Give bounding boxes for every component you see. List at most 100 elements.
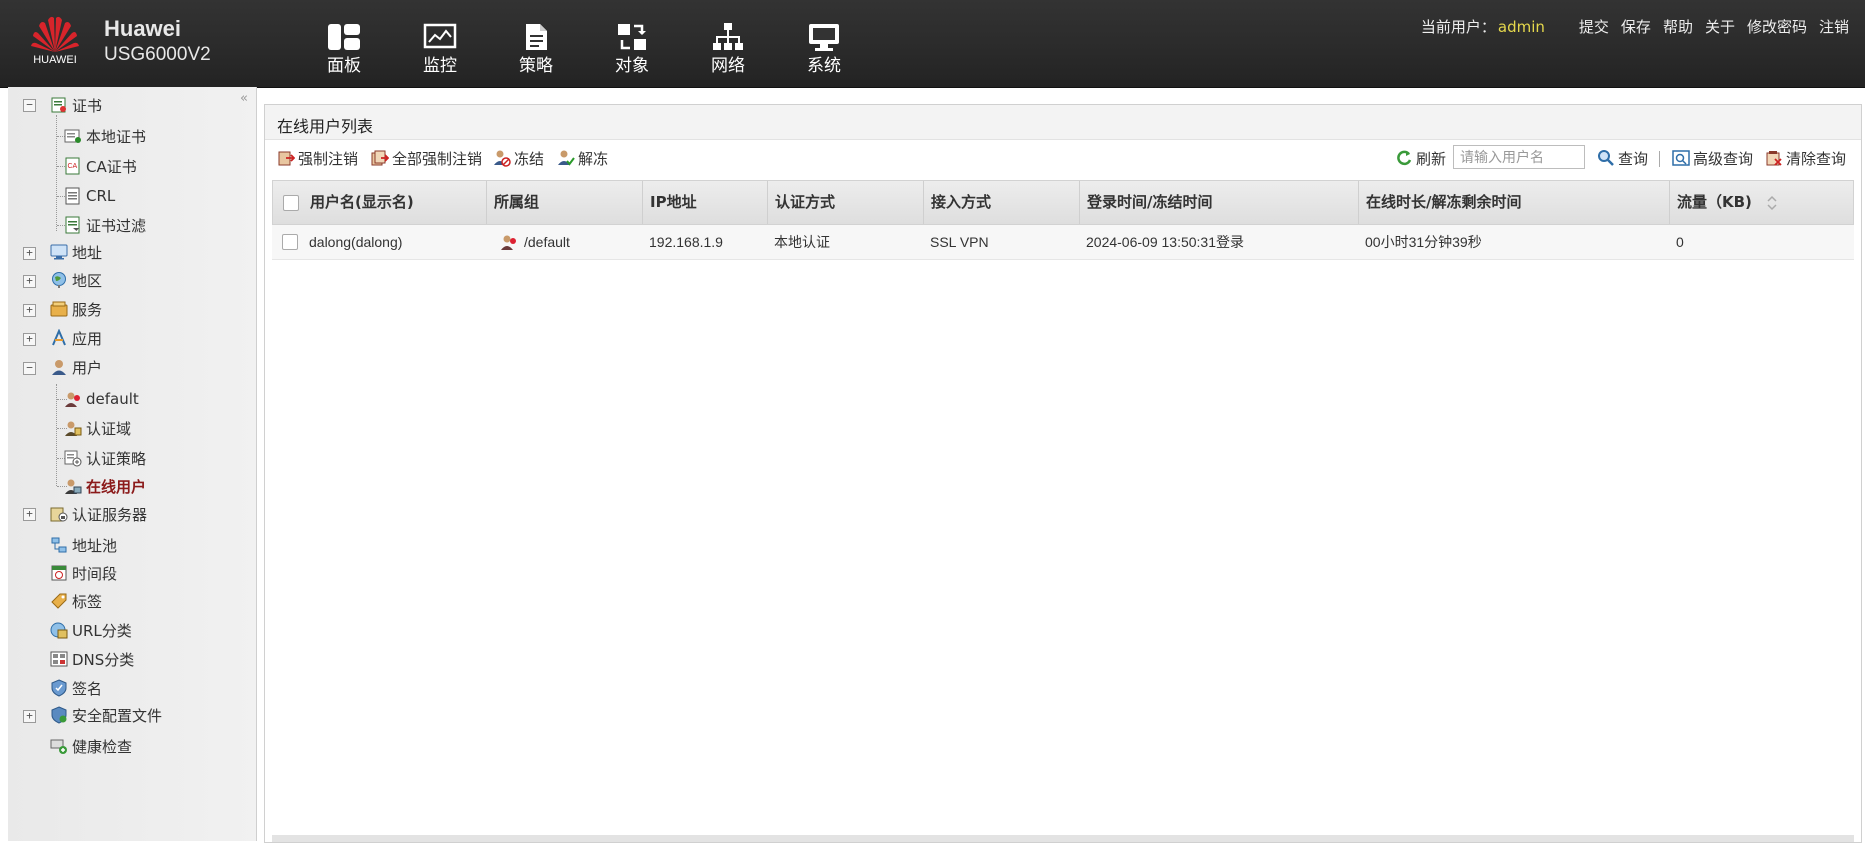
sidebar-item-local-certificate[interactable]: 本地证书 xyxy=(64,124,146,148)
sidebar-item-service[interactable]: 服务 xyxy=(50,297,102,321)
expand-auth-server-toggle[interactable]: + xyxy=(23,508,36,521)
crl-icon xyxy=(65,187,80,205)
sidebar-item-security-profile[interactable]: 安全配置文件 xyxy=(50,703,162,727)
collapse-user-toggle[interactable]: − xyxy=(23,362,36,375)
application-icon xyxy=(52,329,66,346)
sidebar-item-label: 签名 xyxy=(72,679,103,698)
nav-monitor[interactable]: 监控 xyxy=(392,20,488,82)
refresh-label: 刷新 xyxy=(1416,149,1447,168)
nav-dashboard[interactable]: 面板 xyxy=(296,20,392,82)
column-header-access-method[interactable]: 接入方式 xyxy=(924,181,1080,224)
row-checkbox[interactable] xyxy=(282,234,298,250)
sidebar-item-auth-domain[interactable]: 认证域 xyxy=(64,416,131,440)
sidebar-item-dns-category[interactable]: DNS分类 xyxy=(50,647,134,671)
change-password-link[interactable]: 修改密码 xyxy=(1747,16,1807,37)
collapse-certificate-toggle[interactable]: − xyxy=(23,99,36,112)
sidebar-item-label: 认证服务器 xyxy=(72,505,148,524)
table-row[interactable]: dalong(dalong) /default 192.168.1.9 本地认证… xyxy=(272,225,1854,260)
nav-system[interactable]: 系统 xyxy=(776,20,872,82)
query-button[interactable]: 查询 xyxy=(1597,147,1648,169)
online-user-table: 用户名(显示名) 所属组 IP地址 认证方式 接入方式 登录时间/冻结时间 在线… xyxy=(272,180,1854,260)
submit-link[interactable]: 提交 xyxy=(1579,16,1609,37)
cell-ip: 192.168.1.9 xyxy=(649,234,723,250)
expand-application-toggle[interactable]: + xyxy=(23,333,36,346)
collapse-sidebar-icon[interactable]: « xyxy=(240,91,248,106)
refresh-button[interactable]: 刷新 xyxy=(1395,147,1446,169)
cell-login-time: 2024-06-09 13:50:31登录 xyxy=(1086,234,1244,250)
nav-label: 网络 xyxy=(711,56,745,76)
sidebar-item-label: CA证书 xyxy=(86,157,137,176)
expand-address-toggle[interactable]: + xyxy=(23,247,36,260)
username-search-input[interactable] xyxy=(1453,145,1585,169)
select-all-checkbox[interactable] xyxy=(283,195,299,211)
sidebar-item-label: 证书 xyxy=(72,96,103,115)
sidebar-item-auth-server[interactable]: 认证服务器 xyxy=(50,502,147,526)
sidebar-item-user[interactable]: 用户 xyxy=(50,355,102,379)
user-links: 当前用户： admin 提交 保存 帮助 关于 修改密码 注销 xyxy=(1421,16,1849,37)
sidebar-item-auth-policy[interactable]: 认证策略 xyxy=(64,446,146,470)
sidebar-item-signature[interactable]: 签名 xyxy=(50,676,102,700)
nav-policy[interactable]: 策略 xyxy=(488,20,584,82)
cell-access-method: SSL VPN xyxy=(930,234,989,250)
auth-policy-icon xyxy=(64,450,82,467)
sidebar-item-certificate[interactable]: 证书 xyxy=(50,93,102,117)
force-logout-button[interactable]: 强制注销 xyxy=(277,147,358,169)
column-header-traffic[interactable]: 流量（KB) xyxy=(1670,181,1853,224)
network-icon xyxy=(713,23,743,50)
sidebar-item-default-group[interactable]: default xyxy=(64,387,139,411)
sidebar-item-time-range[interactable]: 时间段 xyxy=(50,561,117,585)
sidebar-item-region[interactable]: 地区 xyxy=(50,268,102,292)
sidebar-item-application[interactable]: 应用 xyxy=(50,326,102,350)
nav-object[interactable]: 对象 xyxy=(584,20,680,82)
about-link[interactable]: 关于 xyxy=(1705,16,1735,37)
dashboard-icon xyxy=(328,24,360,50)
help-link[interactable]: 帮助 xyxy=(1663,16,1693,37)
logout-link[interactable]: 注销 xyxy=(1819,16,1849,37)
sidebar-item-label: 服务 xyxy=(72,300,103,319)
address-icon xyxy=(50,244,68,260)
signature-icon xyxy=(51,679,67,697)
search-icon xyxy=(1598,150,1614,166)
sidebar-item-tag[interactable]: 标签 xyxy=(50,589,102,613)
sidebar-item-address-pool[interactable]: 地址池 xyxy=(50,533,117,557)
column-header-auth-method[interactable]: 认证方式 xyxy=(768,181,924,224)
clear-query-button[interactable]: 清除查询 xyxy=(1765,147,1846,169)
save-link[interactable]: 保存 xyxy=(1621,16,1651,37)
refresh-icon xyxy=(1397,150,1412,166)
sort-icon[interactable] xyxy=(1766,195,1778,211)
column-header-ip[interactable]: IP地址 xyxy=(643,181,768,224)
sidebar-item-health-check[interactable]: 健康检查 xyxy=(50,734,132,758)
column-header-login-time[interactable]: 登录时间/冻结时间 xyxy=(1080,181,1359,224)
security-profile-icon xyxy=(51,706,67,724)
current-user-info: 当前用户： admin xyxy=(1420,18,1545,36)
unfreeze-button[interactable]: 解冻 xyxy=(557,147,608,169)
user-group-icon xyxy=(501,235,516,250)
auth-server-icon xyxy=(50,507,68,522)
auth-domain-icon xyxy=(65,421,82,436)
main-nav: 面板 监控 策略 对象 网络 系统 xyxy=(296,20,872,82)
advanced-query-button[interactable]: 高级查询 xyxy=(1672,147,1753,169)
sidebar-item-url-category[interactable]: URL分类 xyxy=(50,618,132,642)
sidebar-item-crl[interactable]: CRL xyxy=(64,184,115,208)
monitor-icon xyxy=(423,23,457,49)
force-logout-all-label: 全部强制注销 xyxy=(392,149,483,168)
expand-region-toggle[interactable]: + xyxy=(23,275,36,288)
product-name: Huawei USG6000V2 xyxy=(104,16,211,68)
column-header-username[interactable]: 用户名(显示名) xyxy=(303,181,487,224)
nav-network[interactable]: 网络 xyxy=(680,20,776,82)
expand-security-profile-toggle[interactable]: + xyxy=(23,710,36,723)
nav-label: 面板 xyxy=(327,56,361,76)
expand-service-toggle[interactable]: + xyxy=(23,304,36,317)
freeze-button[interactable]: 冻结 xyxy=(493,147,544,169)
user-group-icon xyxy=(65,392,80,407)
sidebar-item-label: CRL xyxy=(86,187,116,205)
sidebar-item-address[interactable]: 地址 xyxy=(50,240,102,264)
sidebar-item-cert-filter[interactable]: 证书过滤 xyxy=(64,213,146,237)
force-logout-all-button[interactable]: 全部强制注销 xyxy=(371,147,482,169)
nav-label: 监控 xyxy=(423,56,457,76)
sidebar-item-ca-certificate[interactable]: CA CA证书 xyxy=(64,154,137,178)
column-header-online-duration[interactable]: 在线时长/解冻剩余时间 xyxy=(1359,181,1670,224)
region-icon xyxy=(52,272,66,288)
sidebar-item-online-user[interactable]: 在线用户 xyxy=(64,474,146,498)
column-header-group[interactable]: 所属组 xyxy=(487,181,643,224)
